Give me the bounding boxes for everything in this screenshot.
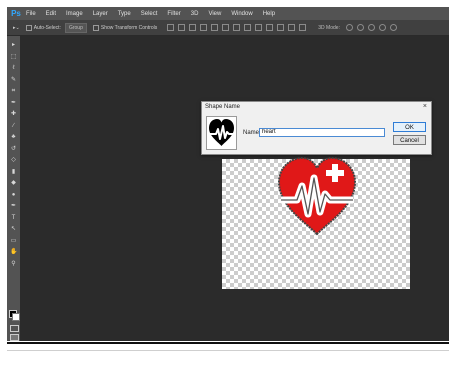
show-transform-checkbox[interactable] bbox=[92, 24, 99, 31]
menu-3d[interactable]: 3D bbox=[191, 11, 199, 17]
shape-name-input[interactable] bbox=[259, 128, 385, 137]
align-icons-group bbox=[167, 24, 310, 31]
clone-stamp-tool-icon[interactable]: ♣ bbox=[10, 134, 17, 141]
menu-image[interactable]: Image bbox=[66, 11, 83, 17]
crop-tool-icon[interactable]: ⌗ bbox=[10, 88, 17, 95]
distribute-right-icon[interactable] bbox=[288, 24, 296, 31]
pen-tool-icon[interactable]: ✒ bbox=[10, 203, 17, 210]
move-tool-icon[interactable]: ▸ bbox=[10, 42, 17, 49]
distribute-center-icon[interactable] bbox=[277, 24, 285, 31]
drag-3d-icon[interactable] bbox=[367, 24, 375, 31]
path-select-tool-icon[interactable]: ↖ bbox=[10, 226, 17, 233]
align-middle-icon[interactable] bbox=[178, 24, 186, 31]
blur-tool-icon[interactable]: ◆ bbox=[10, 180, 17, 187]
heart-health-icon bbox=[277, 156, 357, 236]
menu-file[interactable]: File bbox=[26, 11, 36, 17]
background-color-swatch[interactable] bbox=[12, 313, 20, 321]
menu-window[interactable]: Window bbox=[231, 11, 252, 17]
screen-mode-icon[interactable] bbox=[10, 334, 19, 341]
menu-layer[interactable]: Layer bbox=[93, 11, 108, 17]
menu-edit[interactable]: Edit bbox=[46, 11, 56, 17]
orbit-3d-icon[interactable] bbox=[345, 24, 353, 31]
tools-panel: ▸ ⬚ ℓ ✎ ⌗ ✒ ✚ ∕ ♣ ↺ ◇ ▮ ◆ ● ✒ T ↖ ▭ ✋ ⚲ bbox=[7, 36, 20, 341]
shape-tool-icon[interactable]: ▭ bbox=[10, 238, 17, 245]
spot-heal-tool-icon[interactable]: ✚ bbox=[10, 111, 17, 118]
distribute-left-icon[interactable] bbox=[266, 24, 274, 31]
quick-select-tool-icon[interactable]: ✎ bbox=[10, 77, 17, 84]
divider bbox=[7, 350, 449, 351]
align-top-icon[interactable] bbox=[167, 24, 175, 31]
menu-bar: Ps File Edit Image Layer Type Select Fil… bbox=[7, 7, 449, 20]
menu-type[interactable]: Type bbox=[118, 11, 131, 17]
type-tool-icon[interactable]: T bbox=[10, 215, 17, 222]
auto-select-label: Auto-Select: bbox=[33, 24, 61, 31]
auto-select-option[interactable]: Auto-Select: bbox=[25, 24, 61, 31]
3d-mode-icons bbox=[345, 24, 401, 31]
eyedropper-tool-icon[interactable]: ✒ bbox=[10, 100, 17, 107]
dialog-title: Shape Name bbox=[205, 104, 241, 110]
marquee-tool-icon[interactable]: ⬚ bbox=[10, 54, 17, 61]
align-bottom-icon[interactable] bbox=[189, 24, 197, 31]
menu-help[interactable]: Help bbox=[263, 11, 275, 17]
gradient-tool-icon[interactable]: ▮ bbox=[10, 169, 17, 176]
align-left-icon[interactable] bbox=[200, 24, 208, 31]
dodge-tool-icon[interactable]: ● bbox=[10, 192, 17, 199]
heart-preview-icon bbox=[209, 119, 234, 146]
brush-tool-icon[interactable]: ∕ bbox=[10, 123, 17, 130]
auto-select-dropdown[interactable]: Group bbox=[64, 22, 87, 33]
zoom-tool-icon[interactable]: ⚲ bbox=[10, 261, 17, 268]
align-right-icon[interactable] bbox=[222, 24, 230, 31]
distribute-top-icon[interactable] bbox=[233, 24, 241, 31]
menu-select[interactable]: Select bbox=[141, 11, 158, 17]
ok-button[interactable]: OK bbox=[393, 122, 426, 132]
lasso-tool-icon[interactable]: ℓ bbox=[10, 65, 17, 72]
roll-3d-icon[interactable] bbox=[356, 24, 364, 31]
hand-tool-icon[interactable]: ✋ bbox=[10, 249, 17, 256]
eraser-tool-icon[interactable]: ◇ bbox=[10, 157, 17, 164]
3d-mode-label: 3D Mode: bbox=[318, 24, 340, 31]
move-tool-preset-icon[interactable]: ▸⌄ bbox=[13, 25, 20, 31]
history-brush-tool-icon[interactable]: ↺ bbox=[10, 146, 17, 153]
distribute-middle-icon[interactable] bbox=[244, 24, 252, 31]
auto-align-icon[interactable] bbox=[299, 24, 307, 31]
slide-3d-icon[interactable] bbox=[378, 24, 386, 31]
shape-name-dialog: Shape Name × Name: OK Cancel bbox=[201, 101, 432, 155]
dialog-close-icon[interactable]: × bbox=[423, 103, 427, 111]
quick-mask-icon[interactable] bbox=[10, 325, 19, 332]
align-center-icon[interactable] bbox=[211, 24, 219, 31]
distribute-bottom-icon[interactable] bbox=[255, 24, 263, 31]
shape-preview bbox=[206, 116, 237, 150]
options-bar: ▸⌄ Auto-Select: Group Show Transform Con… bbox=[7, 20, 449, 36]
show-transform-label: Show Transform Controls bbox=[100, 24, 158, 31]
menu-view[interactable]: View bbox=[208, 11, 221, 17]
divider bbox=[7, 342, 449, 344]
auto-select-checkbox[interactable] bbox=[25, 24, 32, 31]
show-transform-option[interactable]: Show Transform Controls bbox=[92, 24, 158, 31]
menu-filter[interactable]: Filter bbox=[167, 11, 180, 17]
cancel-button[interactable]: Cancel bbox=[393, 135, 426, 145]
scale-3d-icon[interactable] bbox=[389, 24, 397, 31]
photoshop-logo: Ps bbox=[11, 8, 21, 18]
